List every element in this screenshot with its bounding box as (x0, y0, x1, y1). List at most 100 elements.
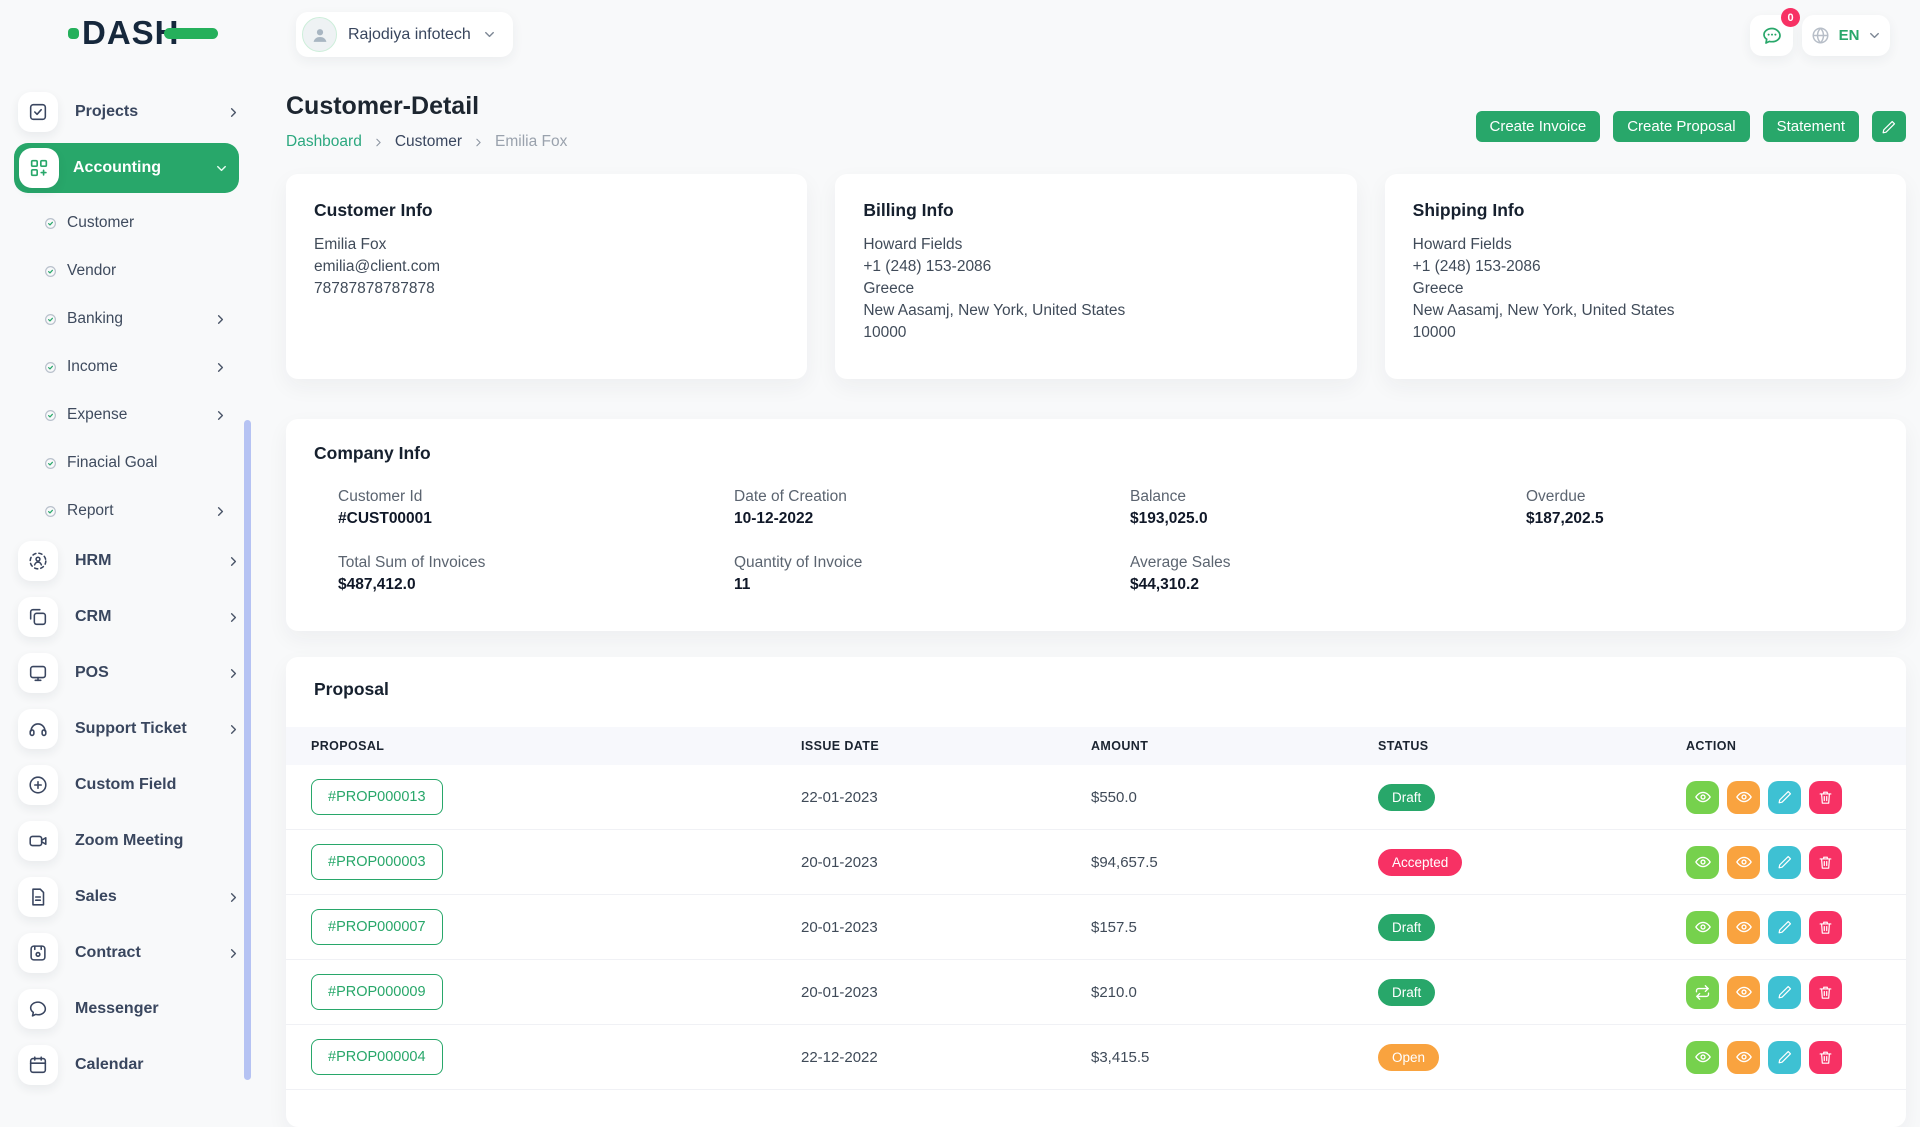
eye-icon (1735, 788, 1753, 806)
sidebar-item-customer[interactable]: Customer (0, 199, 241, 247)
edit-action-button[interactable] (1768, 846, 1801, 879)
view-action-button[interactable] (1686, 911, 1719, 944)
company-avatar (302, 17, 337, 52)
field-label: Average Sales (1130, 554, 1526, 572)
create-invoice-button[interactable]: Create Invoice (1476, 111, 1601, 142)
proposal-id-link[interactable]: #PROP000003 (311, 844, 443, 880)
language-selector[interactable]: EN (1802, 15, 1890, 56)
row-actions (1686, 781, 1906, 814)
sidebar-item-label: Report (67, 502, 114, 520)
view-action-button[interactable] (1686, 781, 1719, 814)
sidebar-item-finacial-goal[interactable]: Finacial Goal (0, 439, 241, 487)
breadcrumb-item-dashboard[interactable]: Dashboard (286, 133, 362, 151)
accounting-icon (28, 157, 50, 179)
edit-customer-button[interactable] (1872, 111, 1906, 142)
toolbar: Create Invoice Create Proposal Statement (1476, 111, 1907, 142)
sidebar-item-label: Messenger (75, 1000, 159, 1018)
logo-dot (68, 28, 79, 39)
logo-bar (164, 28, 218, 39)
sidebar-item-messenger[interactable]: Messenger (18, 983, 241, 1035)
column-header-status: STATUS (1378, 739, 1686, 753)
sidebar-item-hrm[interactable]: HRM (18, 535, 241, 587)
sidebar-item-banking[interactable]: Banking (0, 295, 241, 343)
eye-icon (1694, 853, 1712, 871)
company-field-date-of-creation: Date of Creation10-12-2022 (734, 488, 1130, 528)
edit-action-button[interactable] (1768, 781, 1801, 814)
sidebar-item-label: Finacial Goal (67, 454, 157, 472)
amount: $210.0 (1091, 984, 1378, 1001)
sidebar-item-custom-field[interactable]: Custom Field (18, 759, 241, 811)
preview-action-button[interactable] (1727, 1041, 1760, 1074)
main-content: Customer-Detail DashboardCustomerEmilia … (286, 70, 1906, 1080)
circle-check-icon (44, 217, 57, 230)
sidebar-item-expense[interactable]: Expense (0, 391, 241, 439)
chat-badge: 0 (1781, 8, 1800, 27)
pencil-icon (1881, 119, 1897, 135)
sidebar-item-report[interactable]: Report (0, 487, 241, 535)
info-line: +1 (248) 153-2086 (863, 256, 1328, 278)
proposal-id-link[interactable]: #PROP000013 (311, 779, 443, 815)
sidebar-item-projects[interactable]: Projects (18, 86, 241, 138)
delete-action-button[interactable] (1809, 911, 1842, 944)
preview-action-button[interactable] (1727, 781, 1760, 814)
proposal-title: Proposal (314, 679, 1906, 700)
proposal-id-link[interactable]: #PROP000009 (311, 974, 443, 1010)
sidebar-scrollbar[interactable] (244, 420, 251, 1080)
preview-action-button[interactable] (1727, 976, 1760, 1009)
field-label: Quantity of Invoice (734, 554, 1130, 572)
app-logo[interactable]: DASH (68, 14, 218, 52)
sidebar-item-support-ticket[interactable]: Support Ticket (18, 703, 241, 755)
company-field-average-sales: Average Sales $44,310.2 (1130, 554, 1526, 594)
breadcrumb: DashboardCustomerEmilia Fox (286, 133, 567, 151)
sidebar-item-zoom-meeting[interactable]: Zoom Meeting (18, 815, 241, 867)
sidebar-item-vendor[interactable]: Vendor (0, 247, 241, 295)
delete-action-button[interactable] (1809, 1041, 1842, 1074)
issue-date: 22-12-2022 (801, 1049, 1091, 1066)
company-name: Rajodiya infotech (348, 26, 471, 44)
sidebar-item-sales[interactable]: Sales (18, 871, 241, 923)
edit-action-button[interactable] (1768, 976, 1801, 1009)
create-proposal-button[interactable]: Create Proposal (1613, 111, 1749, 142)
amount: $94,657.5 (1091, 854, 1378, 871)
statement-button[interactable]: Statement (1763, 111, 1859, 142)
language-code: EN (1839, 27, 1860, 44)
sidebar-item-contract[interactable]: Contract (18, 927, 241, 979)
eye-icon (1694, 1048, 1712, 1066)
convert-action-button[interactable] (1686, 976, 1719, 1009)
info-line: 10000 (863, 322, 1328, 344)
info-line: Emilia Fox (314, 234, 779, 256)
company-field-customer-id: Customer Id#CUST00001 (338, 488, 734, 528)
card-lines: Howard Fields+1 (248) 153-2086GreeceNew … (863, 234, 1328, 344)
proposal-row: #PROP00000422-12-2022$3,415.5Open (286, 1025, 1906, 1090)
field-value: $44,310.2 (1130, 576, 1526, 594)
sidebar-item-pos[interactable]: POS (18, 647, 241, 699)
preview-action-button[interactable] (1727, 846, 1760, 879)
chevron-down-icon (482, 27, 497, 42)
trash-icon (1817, 1049, 1834, 1066)
edit-action-button[interactable] (1768, 1041, 1801, 1074)
circle-check-icon (44, 505, 57, 518)
field-value: #CUST00001 (338, 510, 734, 528)
issue-date: 20-01-2023 (801, 984, 1091, 1001)
sidebar-item-calendar[interactable]: Calendar (18, 1039, 241, 1091)
view-action-button[interactable] (1686, 1041, 1719, 1074)
edit-action-button[interactable] (1768, 911, 1801, 944)
delete-action-button[interactable] (1809, 846, 1842, 879)
breadcrumb-item-customer[interactable]: Customer (395, 133, 462, 151)
view-action-button[interactable] (1686, 846, 1719, 879)
proposal-id-link[interactable]: #PROP000004 (311, 1039, 443, 1075)
proposal-id-link[interactable]: #PROP000007 (311, 909, 443, 945)
field-value: $187,202.5 (1526, 510, 1920, 528)
chat-button[interactable]: 0 (1750, 15, 1793, 56)
delete-action-button[interactable] (1809, 976, 1842, 1009)
sidebar-item-income[interactable]: Income (0, 343, 241, 391)
sidebar-item-accounting[interactable]: Accounting (14, 143, 239, 193)
sidebar-item-crm[interactable]: CRM (18, 591, 241, 643)
sidebar-item-label: Calendar (75, 1056, 143, 1074)
sidebar-item-label: Support Ticket (75, 720, 187, 738)
preview-action-button[interactable] (1727, 911, 1760, 944)
crm-icon (27, 606, 49, 628)
delete-action-button[interactable] (1809, 781, 1842, 814)
info-line: 10000 (1413, 322, 1878, 344)
company-selector[interactable]: Rajodiya infotech (296, 12, 513, 57)
